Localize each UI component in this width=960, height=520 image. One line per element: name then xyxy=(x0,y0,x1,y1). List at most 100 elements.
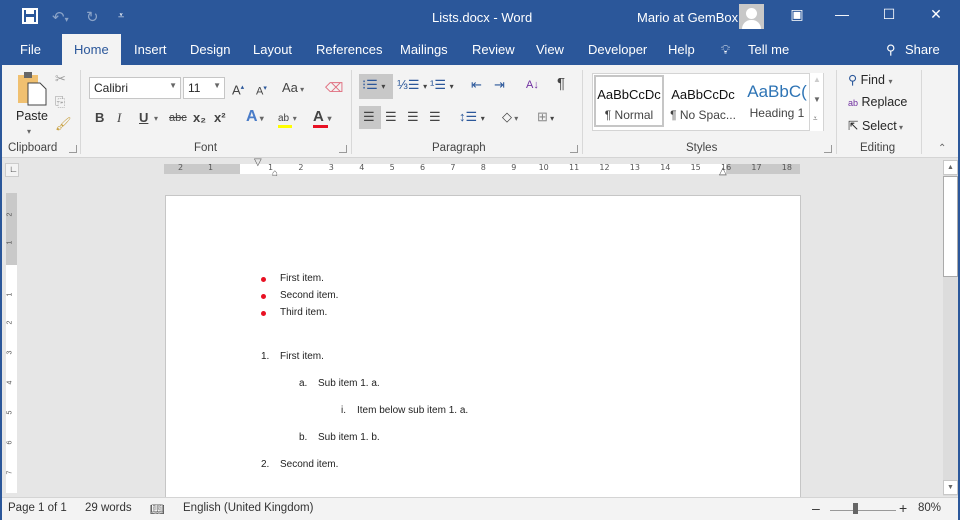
format-painter-icon[interactable]: 🖌︎ xyxy=(55,116,72,132)
numbering-icon[interactable]: ⅓☰ ▾ xyxy=(397,77,427,95)
align-right-icon[interactable]: ☰ xyxy=(407,109,419,125)
borders-icon[interactable]: ⊞ ▾ xyxy=(537,109,554,127)
paragraph-launcher-icon[interactable] xyxy=(570,145,578,153)
tab-insert[interactable]: Insert xyxy=(134,42,167,57)
grow-font-icon[interactable]: A▴ xyxy=(232,80,244,98)
tab-review[interactable]: Review xyxy=(472,42,515,57)
paste-button[interactable]: Paste ▾ xyxy=(12,69,52,136)
minimize-button[interactable]: — xyxy=(827,6,857,22)
zoom-slider-thumb[interactable] xyxy=(853,503,859,514)
style-normal[interactable]: AaBbCcDc ¶ Normal xyxy=(594,75,664,127)
justify-icon[interactable]: ☰ xyxy=(429,109,441,125)
subscript-button[interactable]: x₂ xyxy=(193,110,206,126)
scroll-up-button[interactable]: ▲ xyxy=(943,160,958,175)
underline-dropdown-icon[interactable]: ▾ xyxy=(154,111,158,127)
shading-icon[interactable]: ◇ ▾ xyxy=(502,109,518,127)
tab-mailings[interactable]: Mailings xyxy=(400,42,448,57)
language-indicator[interactable]: English (United Kingdom) xyxy=(183,502,313,514)
style-no-spacing[interactable]: AaBbCcDc ¶ No Spac... xyxy=(667,77,739,129)
zoom-out-button[interactable]: – xyxy=(812,500,820,516)
shrink-font-icon[interactable]: A▾ xyxy=(256,81,267,100)
styles-scroll-down-icon[interactable]: ▼ xyxy=(813,95,821,104)
tab-selector[interactable]: ∟ xyxy=(5,163,19,177)
list-item[interactable]: Sub item 1. a. xyxy=(318,378,380,389)
strikethrough-button[interactable]: abc xyxy=(169,110,187,126)
multilevel-list-icon[interactable]: ¹☰ ▾ xyxy=(430,77,454,95)
collapse-ribbon-icon[interactable]: ⌃ xyxy=(938,141,946,157)
increase-indent-icon[interactable]: ⇥ xyxy=(494,77,505,93)
copy-icon[interactable]: ⎘ xyxy=(55,94,65,110)
ruler-number: 9 xyxy=(511,164,517,172)
change-case-button[interactable]: Aa ▾ xyxy=(282,80,304,98)
text-effects-icon[interactable]: A ▾ xyxy=(246,109,264,127)
avatar[interactable] xyxy=(739,4,764,29)
styles-more-icon[interactable]: ⩡ xyxy=(813,114,818,124)
hanging-indent-marker[interactable]: ⌂ xyxy=(272,168,278,179)
font-launcher-icon[interactable] xyxy=(339,145,347,153)
word-count[interactable]: 29 words xyxy=(85,502,132,514)
underline-button[interactable]: U xyxy=(139,110,148,126)
find-button[interactable]: ⚲ Find ▾ xyxy=(848,72,892,87)
bold-button[interactable]: B xyxy=(95,110,104,126)
tab-view[interactable]: View xyxy=(536,42,564,57)
zoom-slider[interactable] xyxy=(830,510,896,511)
sort-icon[interactable]: A↓ xyxy=(526,77,539,93)
tell-me-search[interactable]: Tell me xyxy=(748,42,789,57)
page-count[interactable]: Page 1 of 1 xyxy=(8,502,67,514)
zoom-level[interactable]: 80% xyxy=(918,502,941,514)
paste-dropdown-icon[interactable]: ▾ xyxy=(27,127,31,136)
decrease-indent-icon[interactable]: ⇤ xyxy=(471,77,482,93)
save-icon[interactable] xyxy=(22,8,38,28)
tab-references[interactable]: References xyxy=(316,42,382,57)
superscript-button[interactable]: x² xyxy=(214,110,226,126)
styles-scroll-up-icon[interactable]: ▲ xyxy=(813,75,821,84)
list-item[interactable]: Sub item 1. b. xyxy=(318,432,380,443)
redo-icon[interactable]: ↻ xyxy=(86,8,99,26)
list-item[interactable]: Third item. xyxy=(280,307,327,318)
replace-button[interactable]: ab Replace xyxy=(848,95,907,109)
document-page[interactable]: First item. Second item. Third item. 1. Fir… xyxy=(165,195,801,500)
maximize-button[interactable]: ☐ xyxy=(874,6,904,23)
clear-formatting-icon[interactable]: ⌫ xyxy=(325,80,343,96)
list-item[interactable]: First item. xyxy=(280,273,324,284)
tab-home[interactable]: Home xyxy=(62,34,121,65)
highlight-color-button[interactable]: ab ▾ xyxy=(278,109,297,128)
scroll-thumb[interactable] xyxy=(943,176,958,277)
tab-layout[interactable]: Layout xyxy=(253,42,292,57)
font-size-select[interactable]: 11 ▼ xyxy=(183,77,225,99)
font-name-select[interactable]: Calibri ▼ xyxy=(89,77,181,99)
style-heading-1[interactable]: AaBbC( Heading 1 xyxy=(741,77,813,129)
ribbon-display-options-icon[interactable]: ▣ xyxy=(782,6,812,23)
tab-file[interactable]: File xyxy=(20,42,41,57)
scroll-down-button[interactable]: ▼ xyxy=(943,480,958,495)
right-indent-marker[interactable]: △ xyxy=(719,166,727,177)
align-center-icon[interactable]: ☰ xyxy=(385,109,397,125)
zoom-in-button[interactable]: + xyxy=(899,500,907,516)
lightbulb-icon: 💡︎ xyxy=(721,42,731,57)
tab-help[interactable]: Help xyxy=(668,42,695,57)
proofing-icon[interactable]: 📖︎ xyxy=(150,502,165,516)
styles-launcher-icon[interactable] xyxy=(824,145,832,153)
list-item[interactable]: Item below sub item 1. a. xyxy=(357,405,468,416)
select-button[interactable]: ⇱ Select ▾ xyxy=(848,118,903,133)
font-color-button[interactable]: A ▾ xyxy=(313,109,331,128)
show-formatting-marks-button[interactable]: ¶ xyxy=(557,76,565,92)
clipboard-launcher-icon[interactable] xyxy=(69,145,77,153)
customize-qat-icon[interactable]: ⩡ xyxy=(118,10,124,23)
list-item[interactable]: Second item. xyxy=(280,459,338,470)
share-button[interactable]: Share xyxy=(905,42,940,57)
find-icon: ⚲ xyxy=(848,73,858,87)
first-line-indent-marker[interactable]: ▽ xyxy=(254,157,262,168)
close-button[interactable]: ✕ xyxy=(921,6,951,23)
tab-design[interactable]: Design xyxy=(190,42,230,57)
list-item[interactable]: First item. xyxy=(280,351,324,362)
undo-icon[interactable]: ↶▾ xyxy=(52,8,69,26)
user-name[interactable]: Mario at GemBox xyxy=(637,10,738,25)
italic-button[interactable]: I xyxy=(117,110,121,126)
vertical-scrollbar[interactable]: ▲ ▼ xyxy=(943,160,958,496)
line-spacing-icon[interactable]: ↕☰ ▾ xyxy=(459,109,485,127)
list-item[interactable]: Second item. xyxy=(280,290,338,301)
tab-developer[interactable]: Developer xyxy=(588,42,647,57)
cut-icon[interactable]: ✂ xyxy=(55,71,66,87)
vertical-ruler[interactable]: 2 1 1 2 3 4 5 6 7 xyxy=(6,193,17,493)
